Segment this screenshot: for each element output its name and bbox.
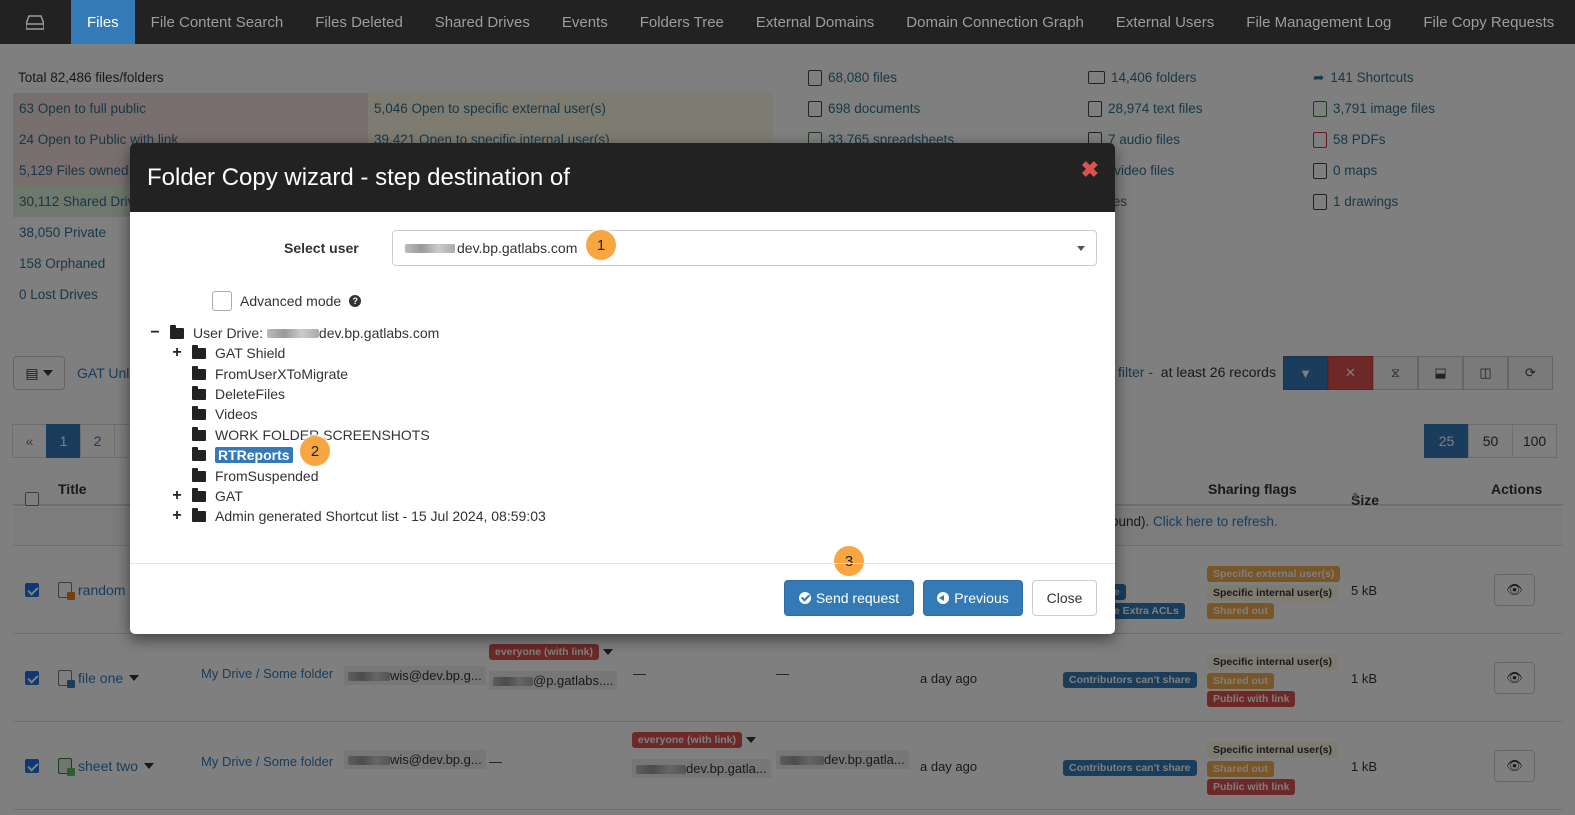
folder-icon (192, 467, 206, 482)
tab-shared-drives[interactable]: Shared Drives (419, 0, 546, 44)
select-user-label: Select user (284, 240, 359, 256)
expand-icon[interactable]: + (170, 487, 184, 505)
advanced-mode-checkbox[interactable] (212, 291, 232, 311)
tab-files[interactable]: Files (71, 0, 135, 44)
redacted-username (405, 243, 455, 253)
select-user-dropdown[interactable]: dev.bp.gatlabs.com (392, 230, 1097, 266)
folder-icon (192, 426, 206, 441)
arrow-circle-left-icon (937, 592, 950, 604)
tree-node-gat[interactable]: + GAT (170, 486, 242, 506)
tab-files-deleted[interactable]: Files Deleted (299, 0, 419, 44)
tab-external-domains[interactable]: External Domains (740, 0, 890, 44)
check-circle-icon (798, 592, 811, 604)
expand-icon[interactable]: + (170, 507, 184, 525)
tree-node-videos[interactable]: Videos (170, 404, 258, 424)
folder-icon (192, 507, 206, 522)
folder-icon (192, 487, 206, 502)
folder-icon (192, 344, 206, 359)
step-badge-3: 3 (834, 546, 864, 576)
tree-node-gat-shield[interactable]: + GAT Shield (170, 343, 285, 363)
collapse-icon[interactable]: − (148, 324, 162, 342)
tab-file-content-search[interactable]: File Content Search (135, 0, 300, 44)
close-icon[interactable]: ✖ (1081, 157, 1099, 183)
help-icon[interactable]: ? (349, 295, 362, 307)
tab-events[interactable]: Events (546, 0, 624, 44)
folder-icon (192, 446, 206, 461)
close-button[interactable]: Close (1032, 580, 1097, 616)
modal-footer (130, 563, 1115, 564)
folder-icon (192, 365, 206, 380)
tab-external-users[interactable]: External Users (1100, 0, 1230, 44)
folder-copy-modal: Folder Copy wizard - step destination of… (130, 143, 1115, 634)
tree-node-rtreports[interactable]: RTReports (170, 445, 293, 465)
folder-icon (192, 385, 206, 400)
tree-node-fromsuspended[interactable]: FromSuspended (170, 466, 319, 486)
folder-icon (192, 405, 206, 420)
tab-domain-connection-graph[interactable]: Domain Connection Graph (890, 0, 1100, 44)
tree-node-work-folder-screenshots[interactable]: WORK FOLDER SCREENSHOTS (170, 425, 430, 445)
expand-icon[interactable]: + (170, 344, 184, 362)
folder-icon (170, 324, 184, 339)
hdd-icon[interactable] (0, 0, 70, 44)
send-request-button[interactable]: Send request (784, 580, 914, 616)
top-nav: Files File Content Search Files Deleted … (0, 0, 1575, 44)
chevron-down-icon (1077, 246, 1085, 251)
tab-file-copy-requests[interactable]: File Copy Requests (1407, 0, 1570, 44)
tree-node-deletefiles[interactable]: DeleteFiles (170, 384, 285, 404)
step-badge-1: 1 (586, 230, 616, 260)
select-user-value: dev.bp.gatlabs.com (457, 240, 578, 256)
previous-button[interactable]: Previous (923, 580, 1023, 616)
advanced-mode-label: Advanced mode (240, 293, 342, 309)
tree-node-fromuserxtomigrate[interactable]: FromUserXToMigrate (170, 364, 348, 384)
advanced-mode[interactable]: Advanced mode ? (212, 291, 362, 311)
tree-node-root[interactable]: − User Drive: dev.bp.gatlabs.com (148, 323, 439, 343)
tab-file-management-log[interactable]: File Management Log (1230, 0, 1407, 44)
modal-title: Folder Copy wizard - step destination of (147, 163, 570, 191)
tab-folders-tree[interactable]: Folders Tree (624, 0, 740, 44)
tree-node-shortcut-list[interactable]: + Admin generated Shortcut list - 15 Jul… (170, 506, 545, 526)
select-user-row: Select user dev.bp.gatlabs.com (130, 230, 1115, 266)
step-badge-2: 2 (300, 436, 330, 466)
modal-header: Folder Copy wizard - step destination of… (130, 143, 1115, 212)
